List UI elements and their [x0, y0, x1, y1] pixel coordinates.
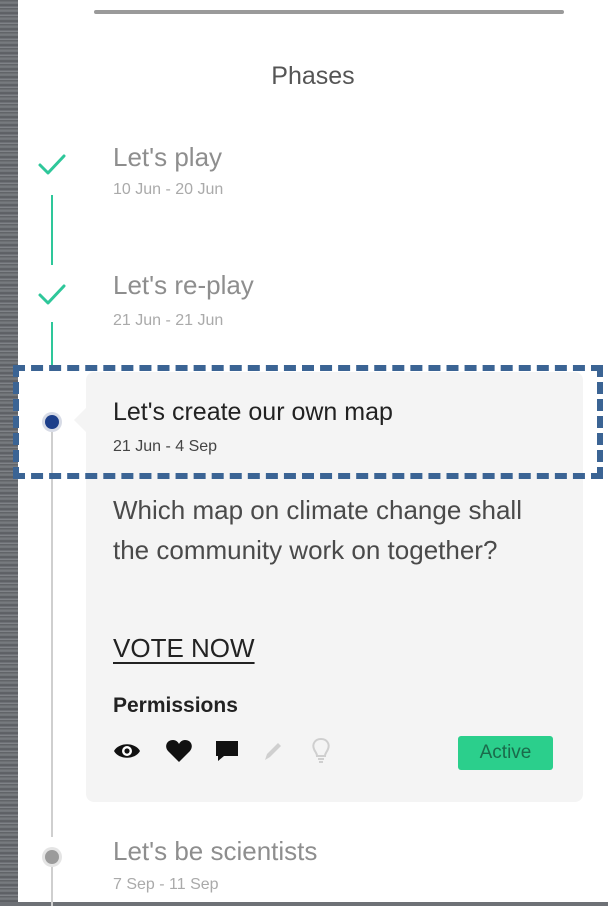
phase-name[interactable]: Let's re-play: [113, 270, 254, 301]
timeline-connector: [51, 866, 53, 906]
timeline-connector: [51, 432, 53, 837]
comment-icon: [216, 741, 238, 761]
phase-dates: 21 Jun - 21 Jun: [113, 312, 224, 329]
current-phase-highlight: [13, 365, 603, 479]
phase-name[interactable]: Let's play: [113, 142, 222, 173]
status-badge: Active: [458, 736, 553, 770]
panel-title: Phases: [271, 62, 355, 90]
check-icon: [38, 154, 66, 175]
phase-dates: 10 Jun - 20 Jun: [113, 181, 224, 198]
eye-icon: [114, 744, 140, 758]
check-icon: [38, 284, 66, 305]
lightbulb-icon: [312, 737, 330, 763]
timeline-connector: [51, 322, 53, 370]
upcoming-phase-dot: [45, 850, 59, 864]
drag-handle[interactable]: [94, 10, 564, 14]
heart-icon: [166, 740, 192, 762]
timeline-connector: [51, 195, 53, 265]
vote-now-link[interactable]: VOTE NOW: [113, 633, 255, 664]
phase-dates: 7 Sep - 11 Sep: [113, 876, 219, 893]
phase-description: Which map on climate change shall the co…: [113, 495, 522, 565]
permissions-label: Permissions: [113, 694, 238, 717]
phase-name[interactable]: Let's be scientists: [113, 836, 317, 867]
pencil-icon: [265, 743, 281, 760]
